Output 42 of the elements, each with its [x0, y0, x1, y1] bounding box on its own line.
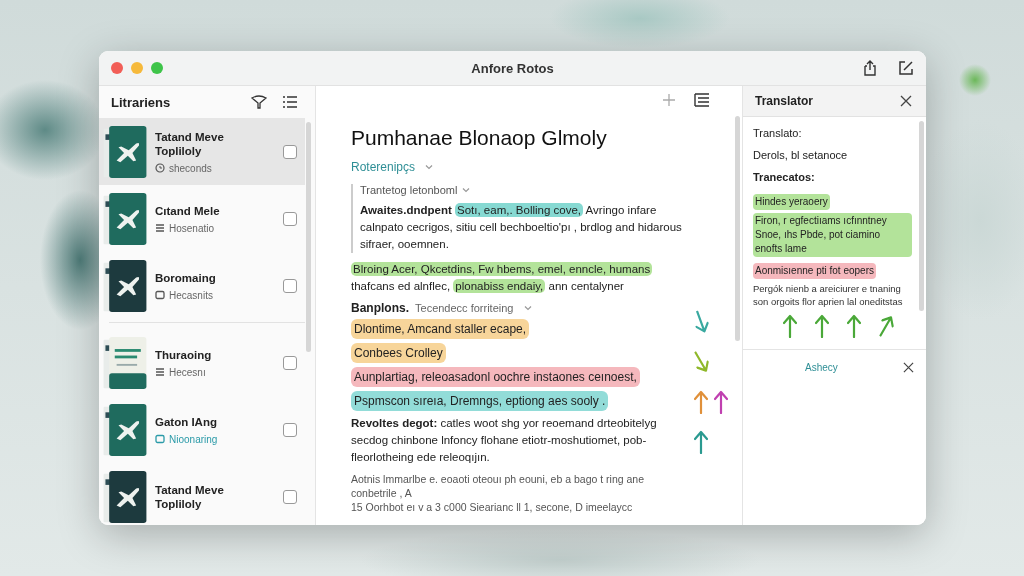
book-list-item[interactable]: Boromaing Hecasnits [99, 252, 305, 319]
book-title: Thuraoing [155, 347, 213, 362]
translation-text: Pergók nienb a areiciurer e tnaning son orgoits flor aprien lal oneditstas [753, 282, 904, 308]
book-list-item[interactable]: Gaton IAng Nioonaring [99, 396, 305, 463]
translator-label: Derols, bl setanoce [753, 149, 849, 161]
book-title: Tatand Meve Topliloly [155, 482, 225, 511]
book-status: Hosenatio [169, 222, 215, 234]
translator-label: Translato: [753, 127, 803, 139]
footer-link[interactable]: Ashecy [805, 362, 838, 373]
note-text: Aotnis lmmarlbe e. eoaoti oteouı ph eouni, eb a bago t ring ane conbetrile , A [351, 472, 646, 500]
book-list-item[interactable]: Tatand Meve Topliloly sheconds [99, 118, 305, 185]
book-list-item[interactable]: Tatand Meve Topliloly [99, 463, 305, 525]
term-label: Banplons. [351, 301, 409, 315]
book-status: Hecasnits [169, 289, 213, 301]
highlighted-line: Pspmscon sıreıa, Dremngs, eptiong aes sooly . [351, 391, 609, 411]
book-list-item[interactable]: Cıtand Mele Hosenatio [99, 185, 305, 252]
window-title: Anfore Rotos [471, 60, 554, 76]
paragraph: Revoltes degot: catles woot shg yor reoemand drteobitelyg secdog chinbone lnfoncy flohane etiotr-moshutiomet, pob-fleorlotheing ede releoqıjın. [351, 416, 658, 465]
term-caption: Tecendecc forriteing [415, 302, 514, 314]
book-title: Boromaing [155, 270, 217, 285]
book-status: sheconds [169, 162, 212, 174]
references-link[interactable]: Roterenipçs [351, 160, 416, 174]
highlighted-text: Aonmisıenne pti fot eopers [753, 263, 876, 279]
highlighted-text: Firon, r egfectiıams ıcfınntney Snoe, ıhs Pbde, pot ciamino enofts lame [753, 213, 912, 257]
book-status: Hecesnı [169, 366, 206, 378]
note-text: 15 Oorhbot eı v a 3 c000 Siearianc ll 1, secone, D imeelaycc [351, 500, 634, 514]
highlighted-text: Hindes yeraoery [753, 194, 830, 210]
book-title: Tatand Meve Topliloly [155, 129, 225, 158]
translator-heading: Tranecatos: [753, 171, 816, 183]
book-title: Gaton IAng [155, 414, 218, 429]
highlighted-line: Aunplartiag, releoasadonl oochre instaones ceınoest, [351, 367, 640, 387]
quote-heading: Trantetog letonboml [360, 184, 458, 196]
book-title: Cıtand Mele [155, 203, 221, 218]
highlighted-line: Conbees Crolley [351, 343, 446, 363]
paragraph: Blroing Acer, Qkcetdins, Fw hbems, emel, enncle, humans thafcans ed alnflec, plonabiss endaiy, ann centalyner [351, 261, 654, 295]
panel-title: Translator [755, 94, 814, 108]
highlighted-line: Dlontime, Amcand staller ecape, [351, 319, 530, 339]
paragraph: Awaites.dndpent Sotı, eam,. Bolling cove, Avringo infare calnpato cecrigos, sitiu cell bechboeltio'pı , brdlog and hidarous sifraer, ooemnen. [360, 202, 683, 252]
book-status: Nioonaring [169, 433, 218, 445]
book-list-item[interactable]: Thuraoing Hecesnı [99, 329, 305, 396]
document-title: Pumhanae Blonaop Glmoly [351, 126, 608, 150]
sidebar-title: Litrariens [111, 94, 171, 110]
